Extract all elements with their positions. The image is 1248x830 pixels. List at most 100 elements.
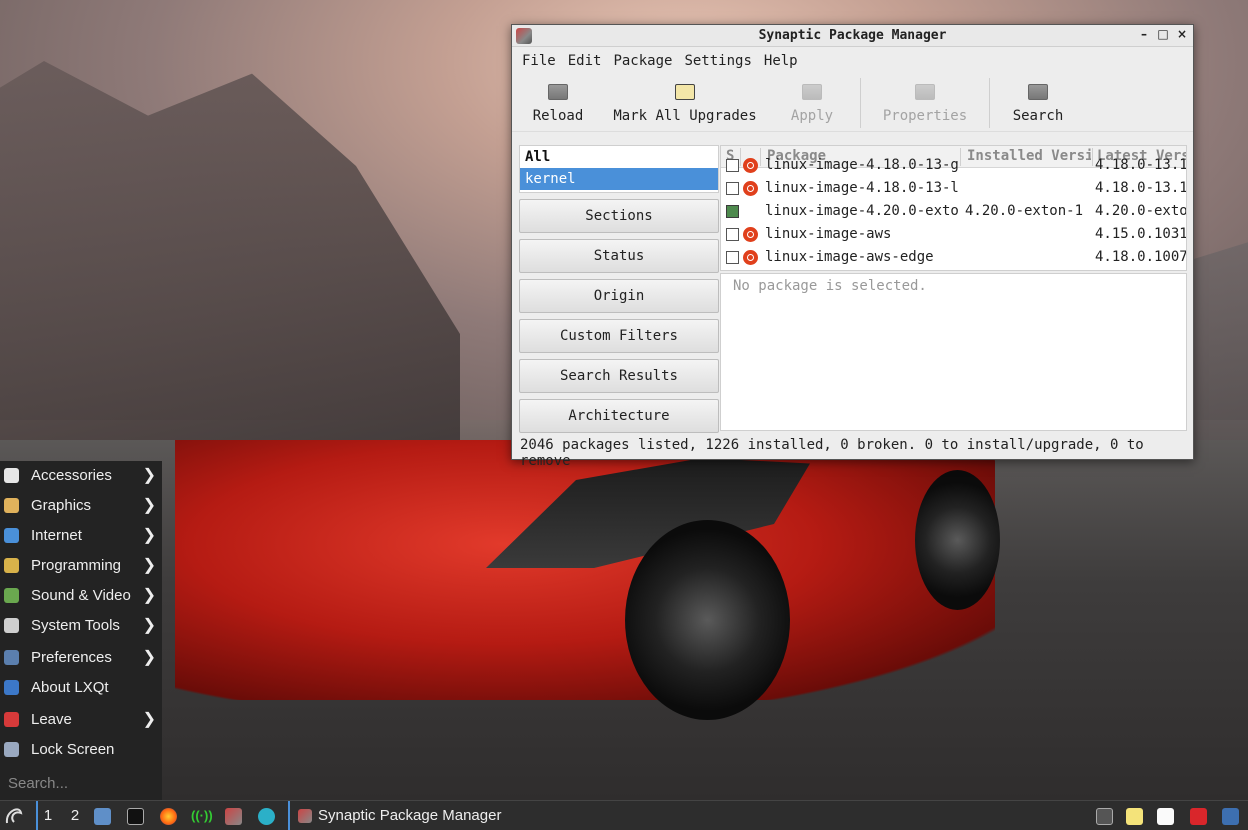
menu-item-graphics[interactable]: Graphics ❯ — [0, 491, 162, 521]
latest-version: 4.18.0-13.14 — [1095, 180, 1187, 196]
window-title: Synaptic Package Manager — [758, 28, 947, 43]
settings-launcher-icon[interactable] — [258, 808, 275, 825]
menu-item-label: Sound & Video — [31, 587, 131, 604]
preferences-icon — [4, 650, 19, 665]
menu-edit[interactable]: Edit — [562, 53, 608, 69]
reload-button[interactable]: Reload — [528, 82, 588, 128]
ubuntu-icon — [743, 158, 758, 173]
sections-button[interactable]: Sections — [519, 199, 719, 233]
screen-icon[interactable] — [1096, 808, 1113, 825]
menu-file[interactable]: File — [516, 53, 562, 69]
menu-item-label: Internet — [31, 527, 82, 544]
package-name: linux-image-4.18.0-13-generic — [765, 157, 959, 173]
menu-item-label: About LXQt — [31, 679, 109, 696]
submenu-arrow-icon: ❯ — [142, 587, 156, 604]
toolbar-separator — [989, 78, 990, 128]
menu-item-accessories[interactable]: Accessories ❯ — [0, 461, 162, 491]
clipboard-icon[interactable] — [1126, 808, 1143, 825]
maximize-button[interactable]: □ — [1155, 27, 1171, 41]
ubuntu-icon — [743, 227, 758, 242]
filter-panel: All kernel Sections Status Origin Custom… — [519, 145, 719, 433]
task-synaptic[interactable]: Synaptic Package Manager — [288, 801, 508, 830]
table-row[interactable]: linux-image-4.18.0-13-lowlatency 4.18.0-1… — [721, 177, 1186, 200]
synaptic-launcher-icon[interactable] — [225, 808, 242, 825]
architecture-button[interactable]: Architecture — [519, 399, 719, 433]
search-icon — [1028, 84, 1048, 100]
internet-icon — [4, 528, 19, 543]
start-menu: Accessories ❯ Graphics ❯ Internet ❯ Programmin… — [0, 461, 162, 800]
submenu-arrow-icon: ❯ — [142, 617, 156, 634]
menu-help[interactable]: Help — [758, 53, 804, 69]
table-row[interactable]: linux-image-aws-edge 4.18.0.1007 — [721, 246, 1186, 269]
latest-version: 4.20.0-exton-1 — [1095, 203, 1187, 219]
filter-list: All kernel — [519, 145, 719, 193]
search-results-button[interactable]: Search Results — [519, 359, 719, 393]
apply-button[interactable]: Apply — [784, 82, 840, 128]
start-menu-button[interactable] — [4, 801, 26, 830]
close-tray-icon[interactable] — [1190, 808, 1207, 825]
mark-all-upgrades-button[interactable]: Mark All Upgrades — [612, 82, 758, 128]
menu-item-lock-screen[interactable]: Lock Screen — [0, 735, 162, 765]
reload-icon — [548, 84, 568, 100]
origin-button[interactable]: Origin — [519, 279, 719, 313]
table-row[interactable]: linux-image-4.18.0-13-generic 4.18.0-13.1… — [721, 154, 1186, 177]
window-titlebar[interactable]: Synaptic Package Manager – □ × — [512, 25, 1193, 47]
minimize-button[interactable]: – — [1136, 27, 1152, 41]
search-button[interactable]: Search — [1010, 82, 1066, 128]
file-manager-icon[interactable] — [94, 808, 111, 825]
package-checkbox[interactable] — [726, 159, 739, 172]
menu-item-label: Leave — [31, 711, 72, 728]
package-checkbox[interactable] — [726, 251, 739, 264]
sound-video-icon — [4, 588, 19, 603]
show-desktop-icon[interactable] — [1222, 808, 1239, 825]
menu-package[interactable]: Package — [607, 53, 678, 69]
upgrade-icon — [675, 84, 695, 100]
desktop-switch-2[interactable]: 2 — [64, 801, 86, 830]
menu-item-leave[interactable]: Leave ❯ — [0, 705, 162, 735]
lock-icon — [4, 742, 19, 757]
menu-item-label: System Tools — [31, 617, 120, 634]
menu-item-label: Accessories — [31, 467, 112, 484]
menu-item-label: Programming — [31, 557, 122, 574]
package-checkbox[interactable] — [726, 182, 739, 195]
task-label: Synaptic Package Manager — [318, 807, 502, 824]
status-button[interactable]: Status — [519, 239, 719, 273]
installed-version: 4.20.0-exton-1 — [965, 203, 1084, 219]
info-icon — [4, 680, 19, 695]
table-row[interactable]: linux-image-4.20.0-exton 4.20.0-exton-1 4.… — [721, 200, 1186, 223]
ubuntu-icon — [743, 250, 758, 265]
menu-item-internet[interactable]: Internet ❯ — [0, 521, 162, 551]
gear-icon — [4, 618, 19, 633]
latest-version: 4.15.0.1031 — [1095, 226, 1187, 242]
package-table[interactable]: S Package Installed Version Latest Versi… — [720, 145, 1187, 271]
properties-icon — [915, 84, 935, 100]
menu-search-input[interactable]: Search... — [0, 769, 162, 799]
network-icon[interactable]: ((·)) — [191, 801, 213, 830]
filter-item-kernel[interactable]: kernel — [520, 168, 718, 190]
close-button[interactable]: × — [1174, 27, 1190, 41]
menubar: File Edit Package Settings Help — [512, 47, 1193, 74]
menu-item-label: Lock Screen — [31, 741, 115, 758]
properties-button[interactable]: Properties — [880, 82, 970, 128]
menu-item-sound-video[interactable]: Sound & Video ❯ — [0, 581, 162, 611]
terminal-icon[interactable] — [127, 808, 144, 825]
custom-filters-button[interactable]: Custom Filters — [519, 319, 719, 353]
menu-item-preferences[interactable]: Preferences ❯ — [0, 643, 162, 673]
filter-item-all[interactable]: All — [520, 146, 718, 168]
notes-icon[interactable] — [1157, 808, 1174, 825]
menu-item-system-tools[interactable]: System Tools ❯ — [0, 611, 162, 641]
menu-item-about-lxqt[interactable]: About LXQt — [0, 673, 162, 703]
table-row[interactable]: linux-image-aws 4.15.0.1031 — [721, 223, 1186, 246]
desktop-switch-1[interactable]: 1 — [36, 801, 58, 830]
menu-item-programming[interactable]: Programming ❯ — [0, 551, 162, 581]
apply-icon — [802, 84, 822, 100]
accessories-icon — [4, 468, 19, 483]
package-checkbox[interactable] — [726, 205, 739, 218]
firefox-icon[interactable] — [160, 808, 177, 825]
latest-version: 4.18.0.1007 — [1095, 249, 1187, 265]
package-name: linux-image-aws — [765, 226, 892, 242]
package-checkbox[interactable] — [726, 228, 739, 241]
latest-version: 4.18.0-13.14 — [1095, 157, 1187, 173]
menu-settings[interactable]: Settings — [678, 53, 757, 69]
ubuntu-icon — [743, 181, 758, 196]
